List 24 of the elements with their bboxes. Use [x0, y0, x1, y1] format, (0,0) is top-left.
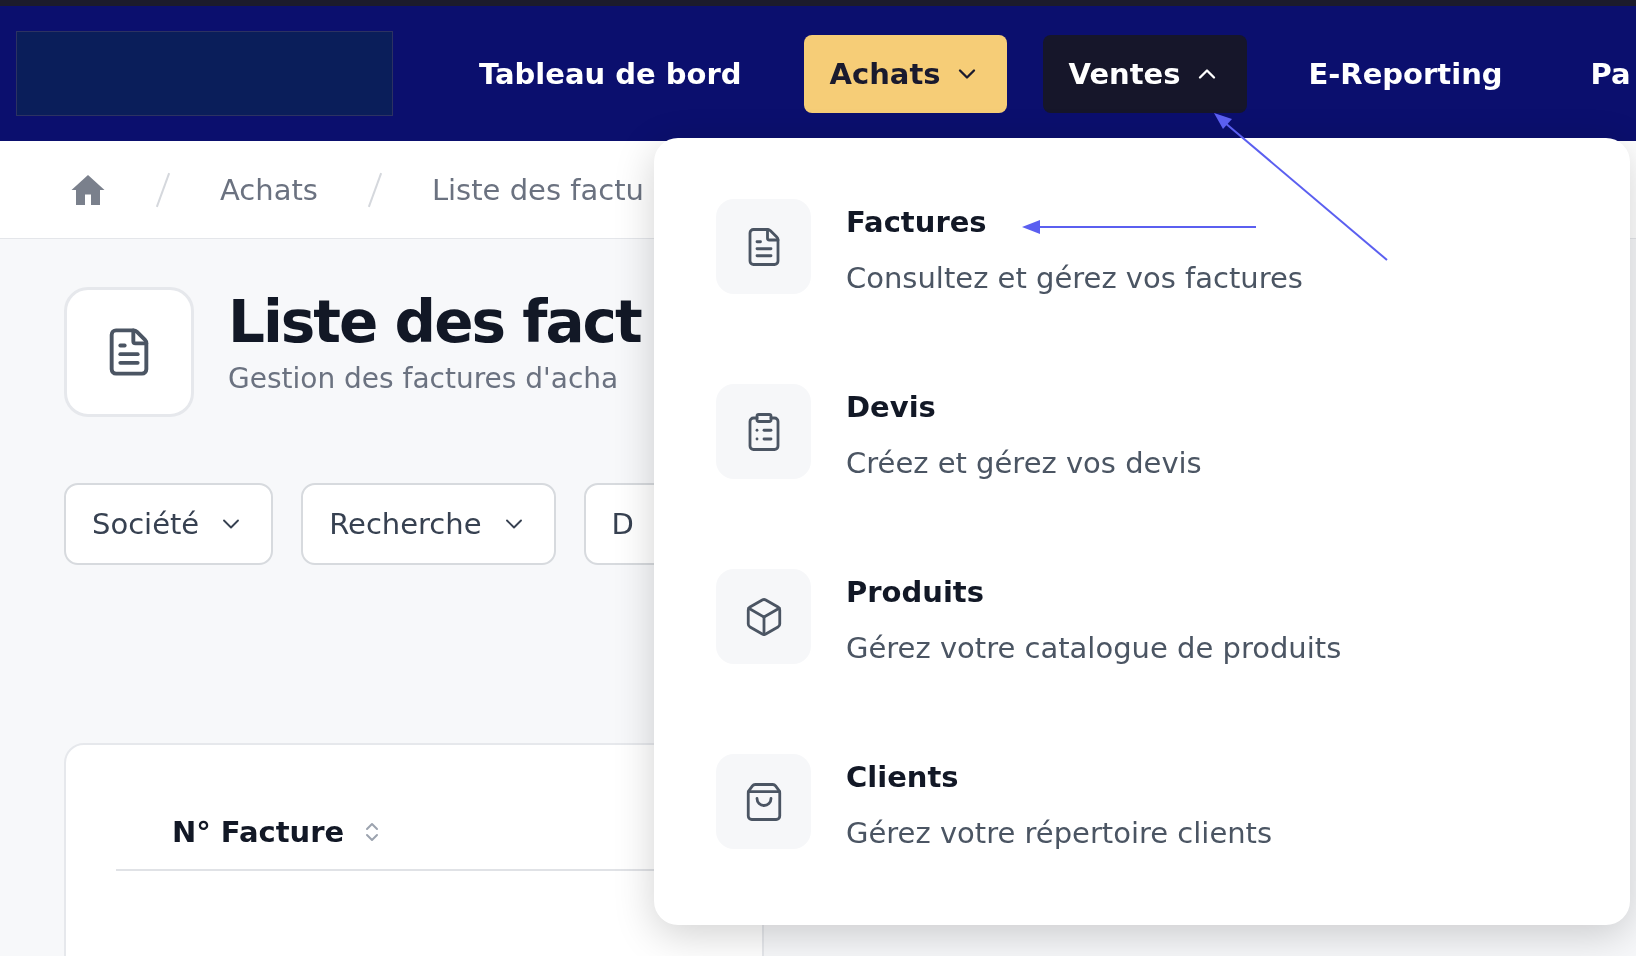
menu-item-description: Gérez votre répertoire clients: [846, 816, 1273, 850]
filter-button[interactable]: Recherche: [301, 483, 556, 565]
menu-item-description: Consultez et gérez vos factures: [846, 261, 1303, 295]
menu-item-description: Gérez votre catalogue de produits: [846, 631, 1342, 665]
menu-item-description: Créez et gérez vos devis: [846, 446, 1202, 480]
menu-icon-tile[interactable]: [716, 569, 811, 664]
nav-item[interactable]: Achats: [803, 34, 1007, 113]
home-icon[interactable]: [70, 172, 106, 207]
filter-button[interactable]: Société: [64, 483, 274, 565]
page-subtitle: Gestion des factures d'acha: [228, 361, 620, 395]
menu-icon-tile[interactable]: [716, 199, 811, 294]
menu-item-title[interactable]: Clients: [846, 760, 1273, 794]
menu-item-title[interactable]: Factures: [846, 205, 1303, 239]
nav-item[interactable]: Tableau de bord: [453, 34, 768, 113]
menu-item-title[interactable]: Produits: [846, 575, 1342, 609]
page-title: Liste des fact: [228, 289, 641, 356]
nav-item[interactable]: Ventes: [1042, 34, 1247, 113]
menu-icon-tile[interactable]: [716, 754, 811, 849]
breadcrumb-link[interactable]: Liste des factu: [431, 172, 644, 207]
menu-icon-tile[interactable]: [716, 384, 811, 479]
menu-item-title[interactable]: Devis: [846, 390, 1202, 424]
nav-item[interactable]: Pa: [1564, 34, 1636, 113]
nav-item[interactable]: E-Reporting: [1282, 34, 1529, 113]
breadcrumb-link[interactable]: Achats: [220, 172, 318, 207]
